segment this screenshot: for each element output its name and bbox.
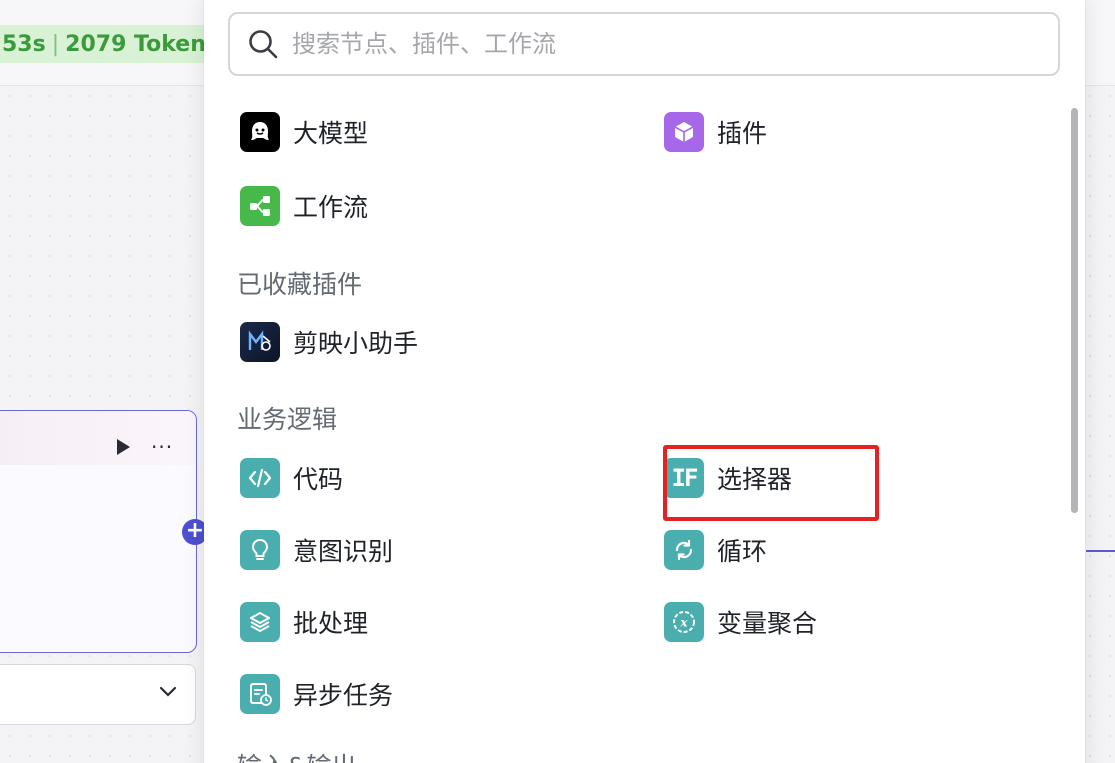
node-item-workflow[interactable]: 工作流 [240, 184, 368, 228]
workflow-node-card[interactable]: ··· [0, 410, 197, 653]
node-item-label: 插件 [717, 119, 768, 148]
cube-icon [664, 112, 704, 152]
play-icon[interactable] [117, 439, 130, 455]
selector-highlight-box [663, 445, 879, 521]
more-icon[interactable]: ··· [151, 437, 173, 457]
node-item-label: 大模型 [293, 119, 369, 148]
node-item-loop[interactable]: 循环 [664, 528, 767, 572]
node-item-label: 循环 [717, 537, 768, 566]
svg-text:x: x [679, 616, 688, 630]
run-time: 53s [2, 31, 46, 57]
node-item-label: 变量聚合 [717, 609, 818, 638]
node-search-box[interactable] [228, 12, 1060, 76]
node-item-label: 剪映小助手 [293, 329, 419, 358]
node-item-batch[interactable]: 批处理 [240, 600, 368, 644]
node-item-intent[interactable]: 意图识别 [240, 528, 393, 572]
node-item-async[interactable]: 异步任务 [240, 672, 393, 716]
loop-icon [664, 530, 704, 570]
node-item-llm[interactable]: 大模型 [240, 110, 368, 154]
search-input[interactable] [292, 30, 1012, 58]
node-select-dropdown[interactable] [0, 664, 196, 725]
node-item-label: 意图识别 [293, 537, 394, 566]
variable-icon: x [664, 602, 704, 642]
task-icon [240, 674, 280, 714]
node-item-aggregate[interactable]: x 变量聚合 [664, 600, 817, 644]
node-item-label: 工作流 [293, 193, 369, 222]
chevron-down-icon [159, 686, 177, 697]
search-icon [249, 30, 278, 59]
llm-icon [240, 112, 280, 152]
section-business-logic: 业务逻辑 [237, 405, 338, 434]
token-count: 2079 Tokens [65, 31, 205, 57]
bulb-icon [240, 530, 280, 570]
node-item-jianying[interactable]: 剪映小助手 [240, 320, 418, 364]
node-header: ··· [0, 411, 196, 465]
workflow-icon [240, 186, 280, 226]
node-item-label: 代码 [293, 465, 344, 494]
node-item-plugin[interactable]: 插件 [664, 110, 767, 154]
node-item-code[interactable]: 代码 [240, 456, 343, 500]
layers-icon [240, 602, 280, 642]
node-item-label: 异步任务 [293, 681, 394, 710]
stats-separator: | [51, 31, 60, 57]
code-icon [240, 458, 280, 498]
add-node-panel: 大模型 插件 工作流 已收藏插件 [204, 0, 1085, 763]
section-favorites: 已收藏插件 [237, 270, 363, 299]
jianying-icon [240, 322, 280, 362]
node-item-label: 批处理 [293, 609, 369, 638]
section-input-output: 输入&输出 [237, 747, 357, 763]
run-stats: 53s | 2079 Tokens [0, 25, 205, 63]
connection-edge [1086, 550, 1115, 552]
panel-scrollbar[interactable] [1071, 108, 1078, 513]
